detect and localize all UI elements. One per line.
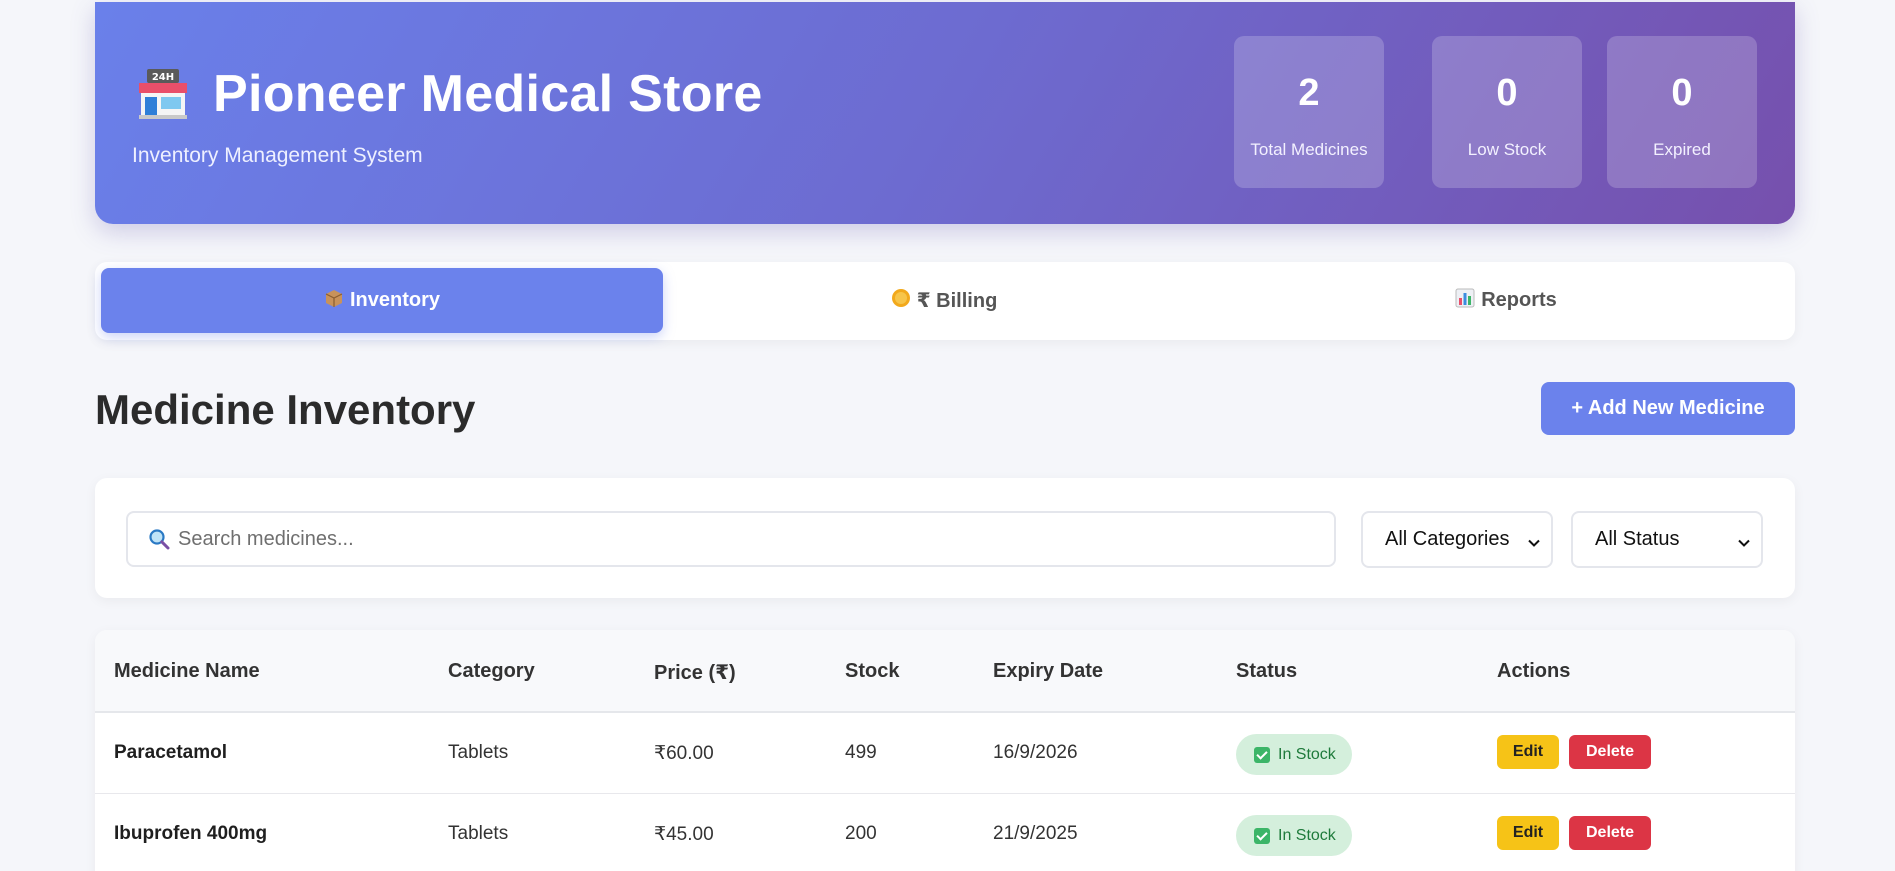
add-medicine-button[interactable]: + Add New Medicine [1541, 382, 1795, 435]
status-text: In Stock [1278, 826, 1336, 844]
stat-low-stock: 0 Low Stock [1432, 36, 1582, 188]
tab-billing[interactable]: ₹ Billing [663, 268, 1225, 333]
check-icon [1254, 827, 1270, 844]
table-row: Ibuprofen 400mg Tablets ₹45.00 200 21/9/… [95, 795, 1795, 871]
column-header: Actions [1497, 660, 1571, 682]
status-badge: In Stock [1236, 815, 1352, 856]
check-icon [1254, 746, 1270, 763]
status-select-value: All Status [1595, 528, 1680, 550]
stat-label: Low Stock [1467, 140, 1547, 159]
stat-expired: 0 Expired [1607, 36, 1757, 188]
search-icon [148, 528, 170, 550]
medicine-name: Ibuprofen 400mg [114, 823, 268, 844]
column-header: Stock [845, 660, 900, 682]
store-24h-icon: 24H [137, 69, 189, 119]
stat-value: 0 [1671, 72, 1693, 114]
search-input[interactable] [178, 519, 1334, 559]
tab-inventory[interactable]: Inventory [101, 268, 663, 333]
column-header: Status [1236, 660, 1298, 682]
tab-label: ₹ Billing [916, 290, 998, 312]
medicine-price: ₹60.00 [654, 743, 714, 764]
medicine-stock: 200 [845, 823, 877, 844]
search-box [126, 511, 1336, 567]
tab-label: Inventory [349, 289, 441, 311]
stat-value: 0 [1496, 72, 1518, 114]
stat-value: 2 [1298, 72, 1320, 114]
filter-bar: All Categories All Status [95, 478, 1795, 598]
coin-icon [891, 288, 911, 313]
tab-label: Reports [1481, 289, 1557, 311]
column-header: Price (₹) [654, 662, 736, 684]
medicine-price: ₹45.00 [654, 824, 714, 845]
store-title: Pioneer Medical Store [213, 65, 763, 123]
medicine-expiry: 16/9/2026 [993, 742, 1078, 763]
column-header: Category [448, 660, 535, 682]
medicine-category: Tablets [448, 742, 509, 763]
column-header: Expiry Date [993, 660, 1104, 682]
medicine-expiry: 21/9/2025 [993, 823, 1078, 844]
edit-button[interactable]: Edit [1497, 735, 1559, 769]
brand: 24H Pioneer Medical Store [137, 64, 763, 124]
main-tabs: Inventory ₹ Billing Reports [95, 262, 1795, 340]
stat-total-medicines: 2 Total Medicines [1234, 36, 1384, 188]
delete-button[interactable]: Delete [1569, 816, 1651, 850]
bar-chart-icon [1455, 288, 1475, 313]
package-icon [324, 288, 344, 313]
medicine-name: Paracetamol [114, 742, 228, 763]
edit-button[interactable]: Edit [1497, 816, 1559, 850]
store-subtitle: Inventory Management System [132, 144, 423, 167]
medicine-table: Medicine Name Category Price (₹) Stock E… [95, 630, 1795, 871]
table-header: Medicine Name Category Price (₹) Stock E… [95, 630, 1795, 713]
chevron-down-icon [1737, 533, 1751, 547]
header-banner: 24H Pioneer Medical Store Inventory Mana… [95, 2, 1795, 224]
column-header: Medicine Name [114, 660, 260, 682]
delete-button[interactable]: Delete [1569, 735, 1651, 769]
stat-label: Expired [1653, 140, 1711, 159]
status-badge: In Stock [1236, 734, 1352, 775]
category-select[interactable]: All Categories [1361, 511, 1553, 568]
status-text: In Stock [1278, 745, 1336, 763]
chevron-down-icon [1527, 533, 1541, 547]
tab-reports[interactable]: Reports [1225, 268, 1787, 333]
svg-text:24H: 24H [152, 72, 174, 83]
medicine-stock: 499 [845, 742, 877, 763]
status-select[interactable]: All Status [1571, 511, 1763, 568]
category-select-value: All Categories [1385, 528, 1510, 550]
medicine-category: Tablets [448, 823, 509, 844]
stat-label: Total Medicines [1250, 140, 1368, 159]
table-row: Paracetamol Tablets ₹60.00 499 16/9/2026… [95, 714, 1795, 794]
page-title: Medicine Inventory [95, 386, 476, 433]
